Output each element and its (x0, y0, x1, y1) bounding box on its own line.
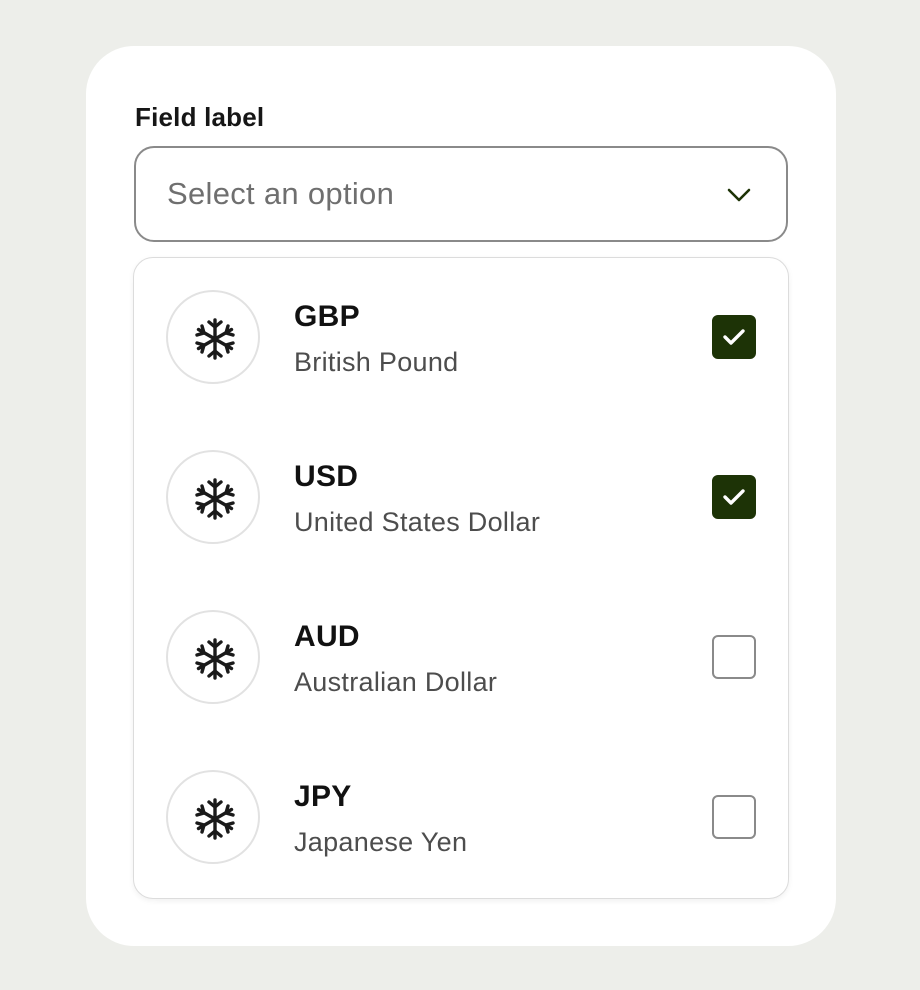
select-card: Field label Select an option GBP British… (86, 46, 836, 946)
option-code: AUD (294, 620, 360, 653)
option-checkbox[interactable] (712, 475, 756, 519)
option-checkbox[interactable] (712, 635, 756, 679)
option-avatar (166, 450, 260, 544)
option-name: British Pound (294, 347, 459, 377)
option-code: JPY (294, 780, 352, 813)
select-placeholder: Select an option (167, 176, 395, 211)
checkmark-icon (723, 489, 745, 505)
option-jpy[interactable]: JPY Japanese Yen (134, 738, 788, 898)
snowflake-icon (195, 318, 235, 360)
option-name: Japanese Yen (294, 827, 468, 857)
option-aud[interactable]: AUD Australian Dollar (134, 578, 788, 738)
option-checkbox[interactable] (712, 795, 756, 839)
option-usd[interactable]: USD United States Dollar (134, 418, 788, 578)
field-label: Field label (135, 102, 265, 132)
checkmark-icon (723, 329, 745, 345)
snowflake-icon (195, 798, 235, 840)
option-avatar (166, 290, 260, 384)
snowflake-icon (195, 478, 235, 520)
option-name: Australian Dollar (294, 667, 498, 697)
option-code: USD (294, 460, 359, 493)
option-name: United States Dollar (294, 507, 541, 537)
option-gbp[interactable]: GBP British Pound (134, 258, 788, 418)
options-listbox: GBP British Pound USD United States Doll… (133, 257, 789, 899)
select-input[interactable]: Select an option (134, 146, 788, 242)
chevron-down-icon[interactable] (726, 182, 752, 208)
option-avatar (166, 610, 260, 704)
option-avatar (166, 770, 260, 864)
option-code: GBP (294, 300, 360, 333)
snowflake-icon (195, 638, 235, 680)
option-checkbox[interactable] (712, 315, 756, 359)
